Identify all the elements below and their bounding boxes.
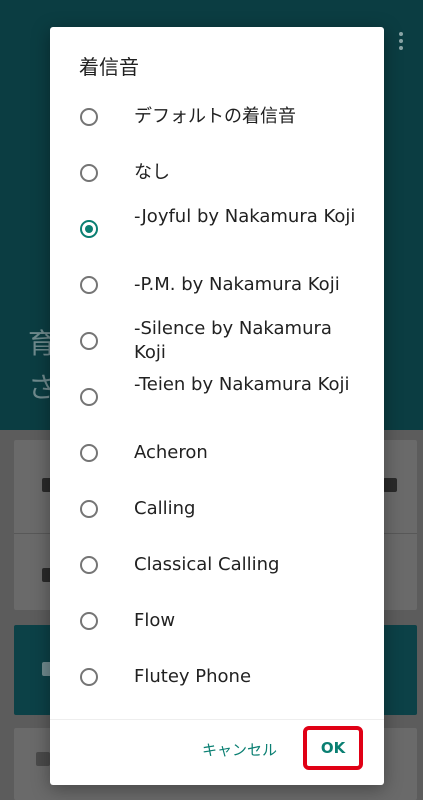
ringtone-label: Classical Calling [134,554,280,575]
edit-icon [383,478,397,492]
ringtone-label: デフォルトの着信音 [134,106,296,127]
radio-button-icon[interactable] [80,556,98,574]
ringtone-label: -Teien by Nakamura Koji [134,374,350,395]
radio-button-icon[interactable] [80,612,98,630]
radio-button-icon[interactable] [80,500,98,518]
info-icon [36,752,50,766]
ringtone-label: Calling [134,498,196,519]
radio-button-icon[interactable] [80,108,98,126]
ringtone-label: -Joyful by Nakamura Koji [134,206,356,227]
more-vert-icon [399,32,403,52]
dialog-title: 着信音 [79,55,139,79]
radio-button-icon[interactable] [80,444,98,462]
ringtone-label: Flow [134,610,176,631]
ringtone-label: -Silence by Nakamura Koji [134,318,332,363]
ringtone-label: Flutey Phone [134,666,252,687]
radio-button-icon[interactable] [80,276,98,294]
radio-button-checked-icon[interactable] [80,220,98,238]
screen: 育 さ 着信音 デフォルトの着信音 なし -Joyful by Nakamura… [0,0,423,800]
ok-button[interactable]: OK [303,726,363,770]
ringtone-label: -P.M. by Nakamura Koji [134,274,340,295]
radio-button-icon[interactable] [80,388,98,406]
ringtone-dialog: 着信音 デフォルトの着信音 なし -Joyful by Nakamura Koj… [50,27,384,785]
ringtone-label: なし [134,162,170,183]
radio-button-icon[interactable] [80,164,98,182]
radio-button-icon[interactable] [80,332,98,350]
dialog-actions: キャンセル OK [50,719,384,786]
radio-button-icon[interactable] [80,668,98,686]
ringtone-label: Acheron [134,442,208,463]
cancel-button[interactable]: キャンセル [196,734,283,766]
